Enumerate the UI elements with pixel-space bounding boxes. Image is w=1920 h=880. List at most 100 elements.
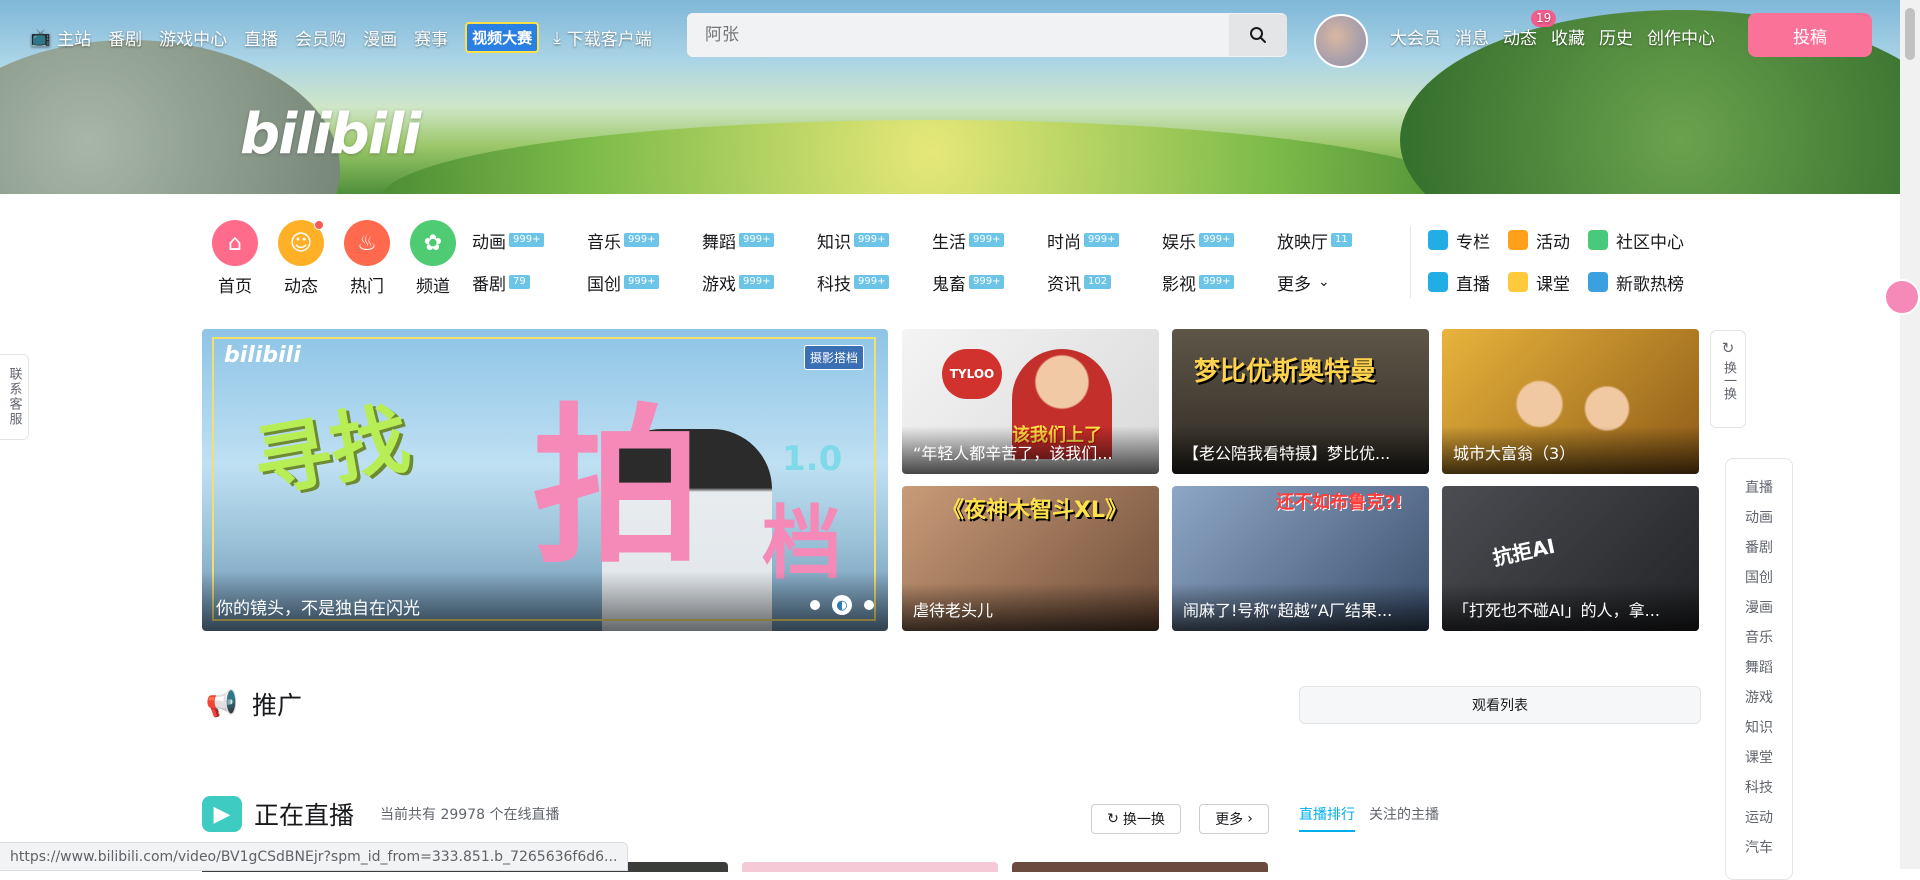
category-tech[interactable]: 科技 999+ bbox=[817, 270, 932, 295]
nav-top-spacer bbox=[1726, 459, 1792, 473]
section-nav-item[interactable]: 运动 bbox=[1726, 803, 1792, 833]
live-section-header: ▶ 正在直播 当前共有 29978 个在线直播 bbox=[202, 796, 559, 832]
category-life[interactable]: 生活 999+ bbox=[932, 228, 1047, 253]
video-overlay-text: 《夜神木智斗XL》 bbox=[942, 498, 1127, 523]
live-more-button[interactable]: 更多 › bbox=[1199, 804, 1269, 834]
customer-service-button[interactable]: 联系客服 bbox=[0, 354, 29, 440]
video-card[interactable]: 还不如布鲁克?! 闹麻了!号称“超越”A厂结果... bbox=[1172, 486, 1429, 631]
link-live[interactable]: 直播 bbox=[1428, 270, 1490, 295]
link-activity[interactable]: 活动 bbox=[1508, 228, 1570, 253]
search-button[interactable] bbox=[1229, 14, 1287, 56]
section-nav-item[interactable]: 知识 bbox=[1726, 713, 1792, 743]
category-cinema[interactable]: 放映厅 11 bbox=[1277, 228, 1392, 253]
live-card-peek[interactable] bbox=[742, 862, 998, 872]
link-classroom[interactable]: 课堂 bbox=[1508, 270, 1570, 295]
carousel-caption[interactable]: 你的镜头，不是独自在闪光 bbox=[216, 594, 420, 619]
video-title[interactable]: 城市大富翁（3） bbox=[1453, 440, 1691, 464]
section-nav-item[interactable]: 舞蹈 bbox=[1726, 653, 1792, 683]
category-kichiku[interactable]: 鬼畜 999+ bbox=[932, 270, 1047, 295]
download-client-link[interactable]: ⤓ 下载客户端 bbox=[553, 25, 652, 51]
section-nav-item[interactable]: 游戏 bbox=[1726, 683, 1792, 713]
user-avatar[interactable] bbox=[1314, 14, 1368, 68]
quick-dynamic[interactable]: ☺ 动态 bbox=[277, 220, 325, 297]
video-title[interactable]: 闹麻了!号称“超越”A厂结果... bbox=[1183, 597, 1421, 621]
community-icon bbox=[1588, 230, 1608, 250]
section-nav-item[interactable]: 番剧 bbox=[1726, 533, 1792, 563]
video-title[interactable]: 「打死也不碰AI」的人，拿... bbox=[1453, 597, 1691, 621]
category-game[interactable]: 游戏 999+ bbox=[702, 270, 817, 295]
link-column[interactable]: 专栏 bbox=[1428, 228, 1490, 253]
category-knowledge[interactable]: 知识 999+ bbox=[817, 228, 932, 253]
nav-main-site[interactable]: 📺 主站 bbox=[30, 25, 91, 51]
upload-button[interactable]: 投稿 bbox=[1748, 13, 1872, 57]
category-anime[interactable]: 动画 999+ bbox=[472, 228, 587, 253]
section-nav-item[interactable]: 音乐 bbox=[1726, 623, 1792, 653]
nav-dynamic[interactable]: 动态 19 bbox=[1503, 10, 1557, 49]
section-nav-item[interactable]: 国创 bbox=[1726, 563, 1792, 593]
nav-favorites[interactable]: 收藏 bbox=[1551, 24, 1585, 49]
carousel-dots: ◐ bbox=[810, 595, 874, 615]
video-contest-badge[interactable]: 视频大赛 bbox=[465, 22, 540, 53]
tab-followed-streamers[interactable]: 关注的主播 bbox=[1369, 804, 1439, 832]
refresh-recommendations-button[interactable]: ↻ 换一换 bbox=[1710, 330, 1746, 428]
tab-live-rank[interactable]: 直播排行 bbox=[1299, 804, 1355, 832]
section-nav-item[interactable]: 科技 bbox=[1726, 773, 1792, 803]
category-dance[interactable]: 舞蹈 999+ bbox=[702, 228, 817, 253]
category-bangumi[interactable]: 番剧 79 bbox=[472, 270, 587, 295]
nav-game-center[interactable]: 游戏中心 bbox=[159, 25, 227, 50]
video-title[interactable]: 虐待老头儿 bbox=[913, 597, 1151, 621]
scrollbar-thumb[interactable] bbox=[1905, 8, 1915, 60]
carousel-dot[interactable] bbox=[864, 600, 874, 610]
category-entertainment[interactable]: 娱乐 999+ bbox=[1162, 228, 1277, 253]
chevron-down-icon: ⌄ bbox=[1318, 274, 1330, 290]
live-card-peek[interactable] bbox=[1012, 862, 1268, 872]
nav-creator-center[interactable]: 创作中心 bbox=[1647, 24, 1715, 49]
banner-carousel[interactable]: 寻找 拍 档 1.0 bilibili 摄影搭档 你的镜头，不是独自在闪光 ◐ bbox=[202, 329, 888, 631]
watch-list-button[interactable]: 观看列表 bbox=[1299, 686, 1701, 724]
nav-bangumi[interactable]: 番剧 bbox=[108, 25, 142, 50]
quick-channel[interactable]: ✿ 频道 bbox=[409, 220, 457, 297]
nav-messages[interactable]: 消息 bbox=[1455, 24, 1489, 49]
floating-mascot-icon[interactable] bbox=[1884, 279, 1920, 315]
dynamic-icon: ☺ bbox=[278, 220, 324, 266]
bilibili-logo[interactable]: bilibili bbox=[240, 102, 421, 167]
nav-shop[interactable]: 会员购 bbox=[295, 25, 346, 50]
video-card[interactable]: 梦比优斯奥特曼 【老公陪我看特摄】梦比优... bbox=[1172, 329, 1429, 474]
video-title[interactable]: 【老公陪我看特摄】梦比优... bbox=[1183, 440, 1421, 464]
section-nav-item[interactable]: 直播 bbox=[1726, 473, 1792, 503]
page-scrollbar[interactable] bbox=[1900, 0, 1920, 869]
quick-popular[interactable]: ♨ 热门 bbox=[343, 220, 391, 297]
video-card[interactable]: 城市大富翁（3） bbox=[1442, 329, 1699, 474]
category-news[interactable]: 资讯 102 bbox=[1047, 270, 1162, 295]
nav-vip[interactable]: 大会员 bbox=[1390, 24, 1441, 49]
flag-icon bbox=[1508, 230, 1528, 250]
section-nav-item[interactable]: 课堂 bbox=[1726, 743, 1792, 773]
nav-manga[interactable]: 漫画 bbox=[363, 25, 397, 50]
search-input[interactable] bbox=[687, 13, 1229, 57]
link-community[interactable]: 社区中心 bbox=[1588, 228, 1684, 253]
nav-esports[interactable]: 赛事 bbox=[414, 25, 448, 50]
quick-entries: ⌂ 首页 ☺ 动态 ♨ 热门 ✿ 频道 bbox=[211, 220, 457, 297]
section-nav-item[interactable]: 漫画 bbox=[1726, 593, 1792, 623]
carousel-dot-active[interactable]: ◐ bbox=[832, 595, 852, 615]
category-guochuang[interactable]: 国创 999+ bbox=[587, 270, 702, 295]
nav-live[interactable]: 直播 bbox=[244, 25, 278, 50]
chevron-right-icon: › bbox=[1247, 811, 1253, 827]
video-title[interactable]: “年轻人都辛苦了，该我们... bbox=[913, 440, 1151, 464]
video-card[interactable]: TYLOO 该我们上了 “年轻人都辛苦了，该我们... bbox=[902, 329, 1159, 474]
quick-home[interactable]: ⌂ 首页 bbox=[211, 220, 259, 297]
nav-history[interactable]: 历史 bbox=[1599, 24, 1633, 49]
link-new-songs[interactable]: 新歌热榜 bbox=[1588, 270, 1684, 295]
live-icon bbox=[1428, 272, 1448, 292]
category-more[interactable]: 更多 ⌄ bbox=[1277, 270, 1392, 295]
video-card[interactable]: 抗拒AI 「打死也不碰AI」的人，拿... bbox=[1442, 486, 1699, 631]
live-refresh-button[interactable]: ↻ 换一换 bbox=[1091, 804, 1181, 834]
video-card[interactable]: 《夜神木智斗XL》 虐待老头儿 bbox=[902, 486, 1159, 631]
carousel-tag: 摄影搭档 bbox=[803, 345, 864, 370]
category-music[interactable]: 音乐 999+ bbox=[587, 228, 702, 253]
section-nav-item[interactable]: 动画 bbox=[1726, 503, 1792, 533]
carousel-dot[interactable] bbox=[810, 600, 820, 610]
category-fashion[interactable]: 时尚 999+ bbox=[1047, 228, 1162, 253]
category-film[interactable]: 影视 999+ bbox=[1162, 270, 1277, 295]
section-nav-item[interactable]: 汽车 bbox=[1726, 833, 1792, 863]
